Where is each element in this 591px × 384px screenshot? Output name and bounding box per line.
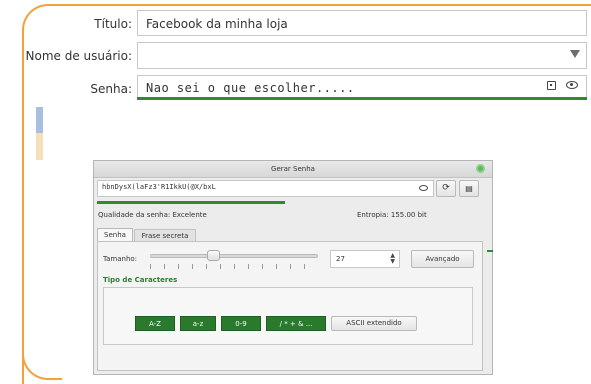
length-label: Tamanho: xyxy=(103,255,138,263)
spin-arrows-icon[interactable]: ▲ ▼ xyxy=(390,253,395,265)
generated-strength-bar xyxy=(97,201,285,204)
password-input[interactable]: Nao sei o que escolher..... xyxy=(137,75,587,98)
show-password-icon[interactable] xyxy=(566,81,578,89)
password-strength-bar xyxy=(137,97,587,100)
password-entropy: Entropia: 155.00 bit xyxy=(357,211,427,219)
length-slider-track[interactable] xyxy=(150,254,318,258)
right-edge-marker xyxy=(487,250,493,252)
content-frame-corner xyxy=(22,300,62,380)
generated-password-field[interactable]: hbnDysX(laFz3'R1IkkU(@X/bxL xyxy=(97,180,434,197)
close-icon[interactable] xyxy=(476,164,485,173)
length-value: 27 xyxy=(336,255,345,263)
side-accent-blue xyxy=(36,107,43,133)
lowercase-toggle[interactable]: a-z xyxy=(180,316,216,331)
extended-ascii-toggle[interactable]: ASCII extendido xyxy=(331,316,417,331)
digits-toggle[interactable]: 0-9 xyxy=(221,316,261,331)
advanced-button[interactable]: Avançado xyxy=(411,250,474,268)
password-label: Senha: xyxy=(90,82,132,96)
username-combobox[interactable] xyxy=(137,42,587,69)
clipboard-icon: ▤ xyxy=(465,184,473,193)
generated-password-value: hbnDysX(laFz3'R1IkkU(@X/bxL xyxy=(102,183,216,191)
title-input[interactable]: Facebook da minha loja xyxy=(137,10,587,36)
title-input-value: Facebook da minha loja xyxy=(146,17,288,31)
length-slider-handle[interactable] xyxy=(207,250,220,261)
dialog-titlebar: Gerar Senha xyxy=(94,161,492,178)
title-label: Título: xyxy=(94,17,132,31)
generate-password-icon[interactable] xyxy=(547,81,556,90)
uppercase-toggle[interactable]: A-Z xyxy=(135,316,175,331)
show-generated-password-icon[interactable] xyxy=(419,185,428,191)
dialog-title: Gerar Senha xyxy=(271,165,315,173)
tab-password[interactable]: Senha xyxy=(97,228,133,242)
symbols-toggle[interactable]: / * + & ... xyxy=(266,316,326,331)
regenerate-button[interactable]: ⟳ xyxy=(436,180,456,197)
char-types-title: Tipo de Caracteres xyxy=(103,276,178,284)
username-label: Nome de usuário: xyxy=(25,49,133,63)
length-spinbox[interactable]: 27 ▲ ▼ xyxy=(330,250,400,268)
dropdown-arrow-icon[interactable] xyxy=(570,50,580,58)
length-slider-ticks xyxy=(150,264,318,269)
password-input-value: Nao sei o que escolher..... xyxy=(146,81,355,95)
side-accent-tan xyxy=(36,133,43,160)
password-quality: Qualidade da senha: Excelente xyxy=(98,211,207,219)
refresh-icon: ⟳ xyxy=(442,183,450,193)
copy-button[interactable]: ▤ xyxy=(459,180,479,197)
